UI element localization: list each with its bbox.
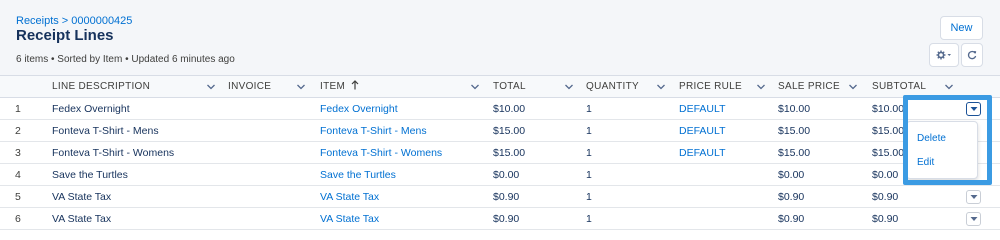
column-header-item-label: ITEM (320, 81, 346, 92)
item-link[interactable]: Fonteva T-Shirt - Mens (320, 120, 427, 142)
list-header: Receipts >0000000425 Receipt Lines 6 item… (0, 0, 1000, 76)
price-rule-link[interactable]: DEFAULT (679, 142, 725, 164)
page-title: Receipt Lines (16, 27, 114, 44)
breadcrumb: Receipts >0000000425 (16, 15, 132, 27)
column-header-item[interactable]: ITEM (320, 76, 359, 98)
item-link[interactable]: VA State Tax (320, 208, 379, 230)
row-number: 6 (15, 213, 21, 225)
caret-down-icon (970, 194, 978, 200)
row-actions-button[interactable] (966, 212, 981, 226)
chevron-down-icon[interactable] (206, 82, 216, 92)
table-row: 5 VA State Tax VA State Tax $0.90 1 $0.9… (0, 186, 1000, 208)
refresh-button[interactable] (961, 43, 983, 67)
column-header-quantity[interactable]: QUANTITY (586, 76, 639, 98)
column-header-subtotal[interactable]: SUBTOTAL (872, 76, 926, 98)
chevron-down-icon[interactable] (756, 82, 766, 92)
subtotal-cell: $10.00 (872, 103, 905, 115)
quantity-cell: 1 (586, 213, 592, 225)
quantity-cell: 1 (586, 125, 592, 137)
list-meta-info: 6 items • Sorted by Item • Updated 6 min… (16, 54, 235, 65)
column-header-sale-price[interactable]: SALE PRICE (778, 76, 840, 98)
row-actions-button[interactable] (966, 190, 981, 204)
table-row: 4 Save the Turtles Save the Turtles $0.0… (0, 164, 1000, 186)
line-description-cell: Fedex Overnight (52, 103, 130, 115)
quantity-cell: 1 (586, 103, 592, 115)
column-header-invoice[interactable]: INVOICE (228, 76, 271, 98)
total-cell: $15.00 (493, 125, 526, 137)
sale-price-cell: $15.00 (778, 147, 811, 159)
price-rule-link[interactable]: DEFAULT (679, 120, 725, 142)
line-description-cell: Save the Turtles (52, 169, 128, 181)
quantity-cell: 1 (586, 169, 592, 181)
subtotal-cell: $0.90 (872, 213, 899, 225)
item-link[interactable]: VA State Tax (320, 186, 379, 208)
total-cell: $10.00 (493, 103, 526, 115)
row-number: 1 (15, 103, 21, 115)
menu-item-edit[interactable]: Edit (917, 157, 934, 168)
caret-down-icon (970, 106, 978, 112)
item-link[interactable]: Fonteva T-Shirt - Womens (320, 142, 442, 164)
row-actions-button[interactable] (966, 102, 981, 116)
list-settings-button[interactable] (929, 43, 959, 67)
total-cell: $0.90 (493, 191, 520, 203)
line-description-cell: VA State Tax (52, 213, 112, 225)
column-header-line-description[interactable]: LINE DESCRIPTION (52, 76, 150, 98)
table-row: 6 VA State Tax VA State Tax $0.90 1 $0.9… (0, 208, 1000, 230)
table-header-row: LINE DESCRIPTION INVOICE ITEM TOTAL QUAN… (0, 76, 1000, 98)
chevron-down-icon[interactable] (656, 82, 666, 92)
subtotal-cell: $0.90 (872, 191, 899, 203)
subtotal-cell: $0.00 (872, 169, 899, 181)
chevron-down-icon[interactable] (564, 82, 574, 92)
row-number: 2 (15, 125, 21, 137)
total-cell: $0.00 (493, 169, 520, 181)
sale-price-cell: $0.00 (778, 169, 805, 181)
line-description-cell: VA State Tax (52, 191, 112, 203)
column-header-total[interactable]: TOTAL (493, 76, 526, 98)
row-number: 4 (15, 169, 21, 181)
menu-item-delete[interactable]: Delete (917, 133, 946, 144)
quantity-cell: 1 (586, 191, 592, 203)
arrow-up-icon (351, 80, 359, 90)
chevron-down-icon[interactable] (848, 82, 858, 92)
table-row: 3 Fonteva T-Shirt - Womens Fonteva T-Shi… (0, 142, 1000, 164)
price-rule-link[interactable]: DEFAULT (679, 98, 725, 120)
sale-price-cell: $0.90 (778, 191, 805, 203)
total-cell: $15.00 (493, 147, 526, 159)
line-description-cell: Fonteva T-Shirt - Womens (52, 147, 175, 159)
breadcrumb-link-receipts[interactable]: Receipts (16, 15, 59, 27)
breadcrumb-link-record[interactable]: 0000000425 (71, 15, 132, 27)
sale-price-cell: $15.00 (778, 125, 811, 137)
subtotal-cell: $15.00 (872, 125, 905, 137)
gear-icon (936, 50, 952, 60)
chevron-down-icon[interactable] (944, 82, 954, 92)
table-row: 2 Fonteva T-Shirt - Mens Fonteva T-Shirt… (0, 120, 1000, 142)
column-header-price-rule[interactable]: PRICE RULE (679, 76, 742, 98)
row-number: 3 (15, 147, 21, 159)
breadcrumb-separator: > (61, 15, 69, 27)
caret-down-icon (970, 216, 978, 222)
refresh-icon (967, 50, 977, 60)
item-link[interactable]: Fedex Overnight (320, 98, 398, 120)
sale-price-cell: $0.90 (778, 213, 805, 225)
sale-price-cell: $10.00 (778, 103, 811, 115)
new-button[interactable]: New (940, 16, 983, 40)
table-row: 1 Fedex Overnight Fedex Overnight $10.00… (0, 98, 1000, 120)
chevron-down-icon[interactable] (470, 82, 480, 92)
item-link[interactable]: Save the Turtles (320, 164, 396, 186)
total-cell: $0.90 (493, 213, 520, 225)
row-number: 5 (15, 191, 21, 203)
subtotal-cell: $15.00 (872, 147, 905, 159)
row-actions-menu: Delete Edit (906, 121, 978, 179)
quantity-cell: 1 (586, 147, 592, 159)
chevron-down-icon[interactable] (296, 82, 306, 92)
line-description-cell: Fonteva T-Shirt - Mens (52, 125, 159, 137)
